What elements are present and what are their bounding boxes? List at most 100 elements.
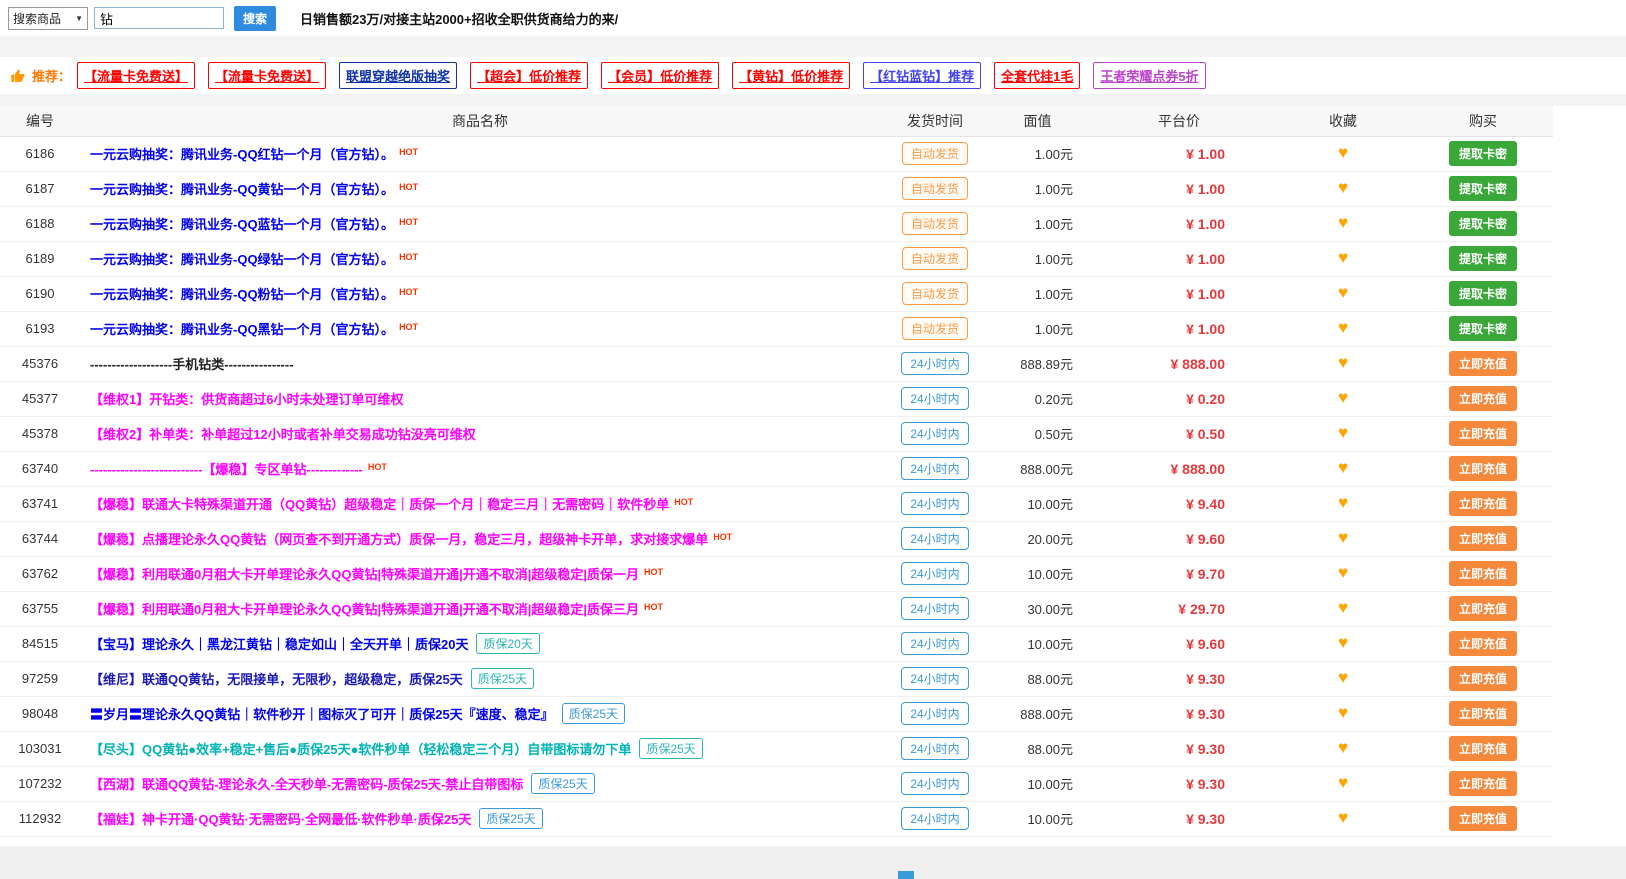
favorite-heart-icon[interactable]: ♥	[1338, 318, 1348, 337]
footer-strip	[0, 846, 1626, 879]
platform-price: ¥ 1.00	[1085, 311, 1273, 346]
buy-button[interactable]: 提取卡密	[1449, 316, 1517, 341]
buy-button[interactable]: 提取卡密	[1449, 281, 1517, 306]
favorite-heart-icon[interactable]: ♥	[1338, 353, 1348, 372]
table-row: 6188 一元云购抽奖：腾讯业务-QQ蓝钻一个月（官方钻）。HOT 自动发货 1…	[0, 206, 1553, 241]
favorite-heart-icon[interactable]: ♥	[1338, 633, 1348, 652]
favorite-heart-icon[interactable]: ♥	[1338, 668, 1348, 687]
product-id: 63744	[0, 521, 80, 556]
product-id: 98048	[0, 696, 80, 731]
favorite-heart-icon[interactable]: ♥	[1338, 458, 1348, 477]
search-input[interactable]	[94, 7, 224, 29]
delivery-badge: 24小时内	[901, 352, 968, 375]
recommend-link[interactable]: 全套代挂1毛	[994, 62, 1080, 89]
face-value: 10.00元	[990, 486, 1085, 521]
delivery-badge: 24小时内	[901, 387, 968, 410]
recommend-link[interactable]: 【流量卡免费送】	[77, 62, 195, 89]
table-row: 63744 【爆稳】点播理论永久QQ黄钻（网页查不到开通方式）质保一月，稳定三月…	[0, 521, 1553, 556]
favorite-heart-icon[interactable]: ♥	[1338, 808, 1348, 827]
favorite-heart-icon[interactable]: ♥	[1338, 248, 1348, 267]
product-name-link[interactable]: 【爆稳】利用联通0月租大卡开单理论永久QQ黄钻|特殊渠道开通|开通不取消|超级稳…	[90, 567, 639, 582]
buy-button[interactable]: 立即充值	[1449, 526, 1517, 551]
product-id: 103031	[0, 731, 80, 766]
product-name-link[interactable]: 一元云购抽奖：腾讯业务-QQ粉钻一个月（官方钻）。	[90, 287, 394, 302]
favorite-heart-icon[interactable]: ♥	[1338, 283, 1348, 302]
product-name-link[interactable]: 【维权2】补单类：补单超过12小时或者补单交易成功钻没亮可维权	[90, 427, 476, 442]
search-category-select[interactable]: 搜索商品 ▼	[8, 7, 88, 30]
favorite-heart-icon[interactable]: ♥	[1338, 563, 1348, 582]
delivery-badge: 24小时内	[901, 492, 968, 515]
buy-button[interactable]: 立即充值	[1449, 666, 1517, 691]
buy-button[interactable]: 立即充值	[1449, 806, 1517, 831]
buy-button[interactable]: 立即充值	[1449, 351, 1517, 376]
recommend-link[interactable]: 【超会】低价推荐	[470, 62, 588, 89]
table-row: 6187 一元云购抽奖：腾讯业务-QQ黄钻一个月（官方钻）。HOT 自动发货 1…	[0, 171, 1553, 206]
product-name-link[interactable]: 【福娃】神卡开通·QQ黄钻·无需密码·全网最低·软件秒单·质保25天	[90, 812, 471, 827]
favorite-heart-icon[interactable]: ♥	[1338, 528, 1348, 547]
recommend-link[interactable]: 【流量卡免费送】	[208, 62, 326, 89]
recommend-link[interactable]: 【会员】低价推荐	[601, 62, 719, 89]
favorite-heart-icon[interactable]: ♥	[1338, 423, 1348, 442]
recommend-link[interactable]: 【红钻蓝钻】推荐	[863, 62, 981, 89]
product-name-link[interactable]: 【尽头】QQ黄钻●效率+稳定+售后●质保25天●软件秒单（轻松稳定三个月）自带图…	[90, 742, 631, 757]
buy-button[interactable]: 立即充值	[1449, 631, 1517, 656]
platform-price: ¥ 0.20	[1085, 381, 1273, 416]
favorite-heart-icon[interactable]: ♥	[1338, 703, 1348, 722]
product-name-link[interactable]: 一元云购抽奖：腾讯业务-QQ黄钻一个月（官方钻）。	[90, 182, 394, 197]
recommend-link[interactable]: 【黄钻】低价推荐	[732, 62, 850, 89]
product-name-link[interactable]: 【西湖】联通QQ黄钻-理论永久-全天秒单-无需密码-质保25天-禁止自带图标	[90, 777, 523, 792]
favorite-heart-icon[interactable]: ♥	[1338, 143, 1348, 162]
buy-button[interactable]: 立即充值	[1449, 736, 1517, 761]
table-row: 84515 【宝马】理论永久｜黑龙江黄钻｜稳定如山｜全天开单｜质保20天质保20…	[0, 626, 1553, 661]
product-name-link[interactable]: 【爆稳】点播理论永久QQ黄钻（网页查不到开通方式）质保一月，稳定三月，超级神卡开…	[90, 532, 708, 547]
product-id: 6187	[0, 171, 80, 206]
product-name-link[interactable]: 一元云购抽奖：腾讯业务-QQ黑钻一个月（官方钻）。	[90, 322, 394, 337]
pagination-partial[interactable]	[898, 871, 914, 879]
delivery-badge: 自动发货	[902, 177, 968, 200]
buy-button[interactable]: 立即充值	[1449, 561, 1517, 586]
product-name-link[interactable]: 一元云购抽奖：腾讯业务-QQ红钻一个月（官方钻）。	[90, 147, 394, 162]
face-value: 888.00元	[990, 696, 1085, 731]
buy-button[interactable]: 提取卡密	[1449, 246, 1517, 271]
favorite-heart-icon[interactable]: ♥	[1338, 493, 1348, 512]
buy-button[interactable]: 立即充值	[1449, 596, 1517, 621]
product-name-link[interactable]: --------------------------【爆稳】专区单钻------…	[90, 462, 363, 477]
search-button[interactable]: 搜索	[234, 6, 276, 31]
buy-button[interactable]: 立即充值	[1449, 701, 1517, 726]
buy-button[interactable]: 立即充值	[1449, 771, 1517, 796]
product-name-link[interactable]: 【维权1】开钻类：供货商超过6小时未处理订单可维权	[90, 392, 403, 407]
table-row: 98048 〓岁月〓理论永久QQ黄钻｜软件秒开｜图标灭了可开｜质保25天『速度、…	[0, 696, 1553, 731]
product-name-link[interactable]: 【宝马】理论永久｜黑龙江黄钻｜稳定如山｜全天开单｜质保20天	[90, 637, 468, 652]
buy-button[interactable]: 立即充值	[1449, 491, 1517, 516]
delivery-badge: 24小时内	[901, 597, 968, 620]
favorite-heart-icon[interactable]: ♥	[1338, 738, 1348, 757]
delivery-badge: 24小时内	[901, 422, 968, 445]
product-name-link[interactable]: 〓岁月〓理论永久QQ黄钻｜软件秒开｜图标灭了可开｜质保25天『速度、稳定』	[90, 707, 554, 722]
favorite-heart-icon[interactable]: ♥	[1338, 598, 1348, 617]
hot-label: HOT	[399, 217, 418, 227]
buy-button[interactable]: 立即充值	[1449, 456, 1517, 481]
recommend-link[interactable]: 联盟穿越绝版抽奖	[339, 62, 457, 89]
face-value: 888.00元	[990, 451, 1085, 486]
product-name-link[interactable]: 【爆稳】利用联通0月租大卡开单理论永久QQ黄钻|特殊渠道开通|开通不取消|超级稳…	[90, 602, 639, 617]
favorite-heart-icon[interactable]: ♥	[1338, 178, 1348, 197]
favorite-heart-icon[interactable]: ♥	[1338, 213, 1348, 232]
buy-button[interactable]: 立即充值	[1449, 421, 1517, 446]
buy-button[interactable]: 提取卡密	[1449, 176, 1517, 201]
favorite-heart-icon[interactable]: ♥	[1338, 388, 1348, 407]
buy-button[interactable]: 提取卡密	[1449, 211, 1517, 236]
product-name-link[interactable]: 【爆稳】联通大卡特殊渠道开通（QQ黄钻）超级稳定｜质保一个月｜稳定三月｜无需密码…	[90, 497, 669, 512]
product-id: 63741	[0, 486, 80, 521]
product-name-link[interactable]: -------------------手机钻类----------------	[90, 357, 294, 372]
face-value: 0.50元	[990, 416, 1085, 451]
product-name-link[interactable]: 【维尼】联通QQ黄钻，无限接单，无限秒，超级稳定，质保25天	[90, 672, 463, 687]
product-name-link[interactable]: 一元云购抽奖：腾讯业务-QQ蓝钻一个月（官方钻）。	[90, 217, 394, 232]
face-value: 1.00元	[990, 311, 1085, 346]
hot-label: HOT	[399, 147, 418, 157]
product-name-link[interactable]: 一元云购抽奖：腾讯业务-QQ绿钻一个月（官方钻）。	[90, 252, 394, 267]
buy-button[interactable]: 立即充值	[1449, 386, 1517, 411]
recommend-link[interactable]: 王者荣耀点券5折	[1093, 62, 1205, 89]
favorite-heart-icon[interactable]: ♥	[1338, 773, 1348, 792]
hot-label: HOT	[399, 252, 418, 262]
buy-button[interactable]: 提取卡密	[1449, 141, 1517, 166]
